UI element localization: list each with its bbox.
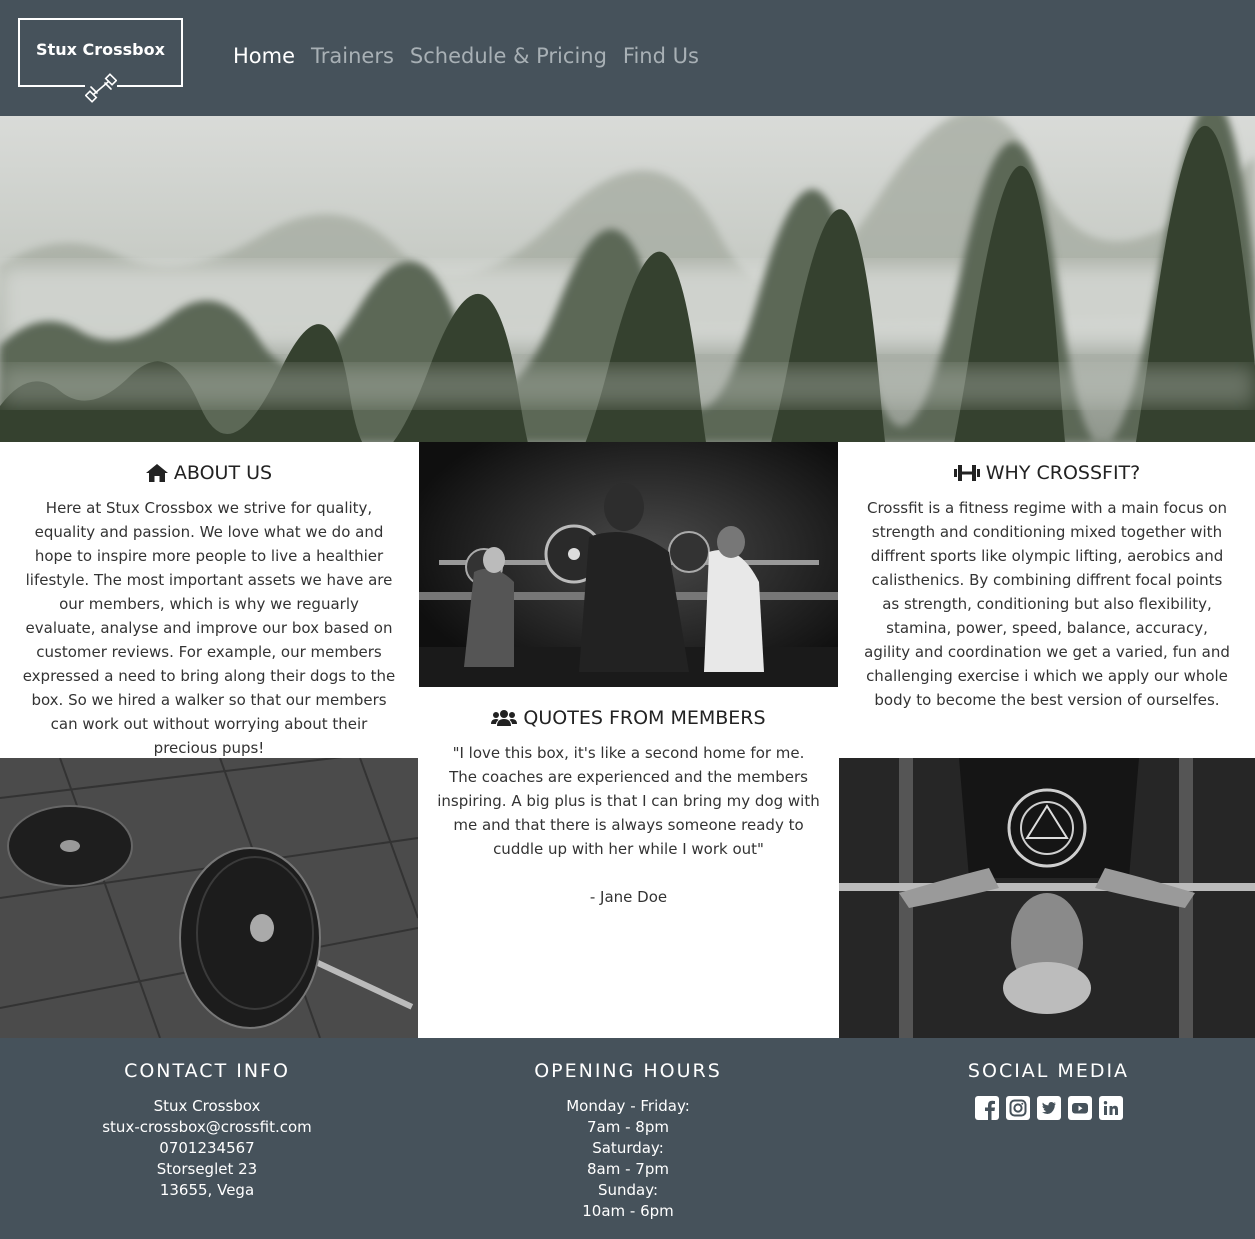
hours-weekday-label: Monday - Friday: [566,1097,690,1115]
about-text: Here at Stux Crossbox we strive for qual… [22,499,396,757]
logo[interactable]: Stux Crossbox [18,18,183,103]
linkedin-icon[interactable] [1098,1096,1123,1120]
nav-home[interactable]: Home [233,44,295,68]
dumbbell-icon [953,465,980,481]
nav-find-us[interactable]: Find Us [623,44,699,68]
hours-saturday-label: Saturday: [592,1139,664,1157]
main-nav: Home Trainers Schedule & Pricing Find Us [233,44,699,68]
bench-press-photo [839,758,1255,1038]
nav-schedule-pricing[interactable]: Schedule & Pricing [410,44,607,68]
why-crossfit-text: Crossfit is a fitness regime with a main… [864,499,1230,709]
contact-name: Stux Crossbox [153,1097,261,1115]
about-title: ABOUT US [173,462,273,484]
member-quote: "I love this box, it's like a second hom… [437,744,820,858]
site-footer: CONTACT INFO Stux Crossbox stux-crossbox… [0,1038,1255,1239]
quotes-section: QUOTES FROM MEMBERS "I love this box, it… [419,687,838,1038]
quote-author: - Jane Doe [589,888,668,906]
about-section: ABOUT US Here at Stux Crossbox we strive… [0,442,418,758]
social-title: SOCIAL MEDIA [967,1060,1130,1082]
hours-weekday-time: 7am - 8pm [587,1118,669,1136]
contact-email[interactable]: stux-crossbox@crossfit.com [0,1117,414,1138]
hours-title: OPENING HOURS [534,1060,722,1082]
contact-phone[interactable]: 0701234567 [0,1138,414,1159]
why-crossfit-title: WHY CROSSFIT? [985,462,1141,484]
opening-hours: OPENING HOURS Monday - Friday: 7am - 8pm… [420,1060,836,1222]
site-header: Stux Crossbox Home Trainers Schedule & P… [0,0,1255,116]
contact-info: CONTACT INFO Stux Crossbox stux-crossbox… [0,1060,414,1201]
barbell-photo [0,758,418,1038]
users-icon [491,710,518,726]
facebook-icon[interactable] [974,1096,999,1120]
squat-photo [419,442,838,687]
contact-title: CONTACT INFO [124,1060,290,1082]
nav-trainers[interactable]: Trainers [311,44,394,68]
why-crossfit-section: WHY CROSSFIT? Crossfit is a fitness regi… [839,442,1255,758]
contact-street: Storseglet 23 [156,1160,258,1178]
hours-sunday-time: 10am - 6pm [582,1202,674,1220]
quotes-title: QUOTES FROM MEMBERS [523,707,766,729]
social-media: SOCIAL MEDIA [842,1060,1255,1120]
social-links [842,1096,1255,1120]
dumbbell-icon [84,73,118,103]
hours-saturday-time: 8am - 7pm [587,1160,669,1178]
youtube-icon[interactable] [1067,1096,1092,1120]
home-icon [145,464,168,482]
hero-image [0,116,1255,442]
contact-city: 13655, Vega [159,1181,255,1199]
hours-sunday-label: Sunday: [597,1181,659,1199]
logo-text: Stux Crossbox [36,40,165,59]
instagram-icon[interactable] [1005,1096,1030,1120]
twitter-icon[interactable] [1036,1096,1061,1120]
